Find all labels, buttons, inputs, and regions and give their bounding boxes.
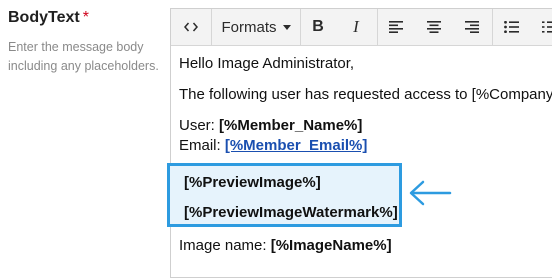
user-label: User: <box>179 117 219 134</box>
preview-image-placeholder[interactable]: [%PreviewImage%] <box>184 174 321 191</box>
align-center-button[interactable] <box>416 9 452 45</box>
preview-highlight-box: [%PreviewImage%] [%PreviewImageWatermark… <box>167 163 402 227</box>
bold-button[interactable]: B <box>301 9 335 45</box>
greeting-line[interactable]: Hello Image Administrator, <box>179 55 354 72</box>
image-name-line[interactable]: Image name: [%ImageName%] <box>179 237 392 254</box>
italic-button[interactable]: I <box>339 9 373 45</box>
intro-line[interactable]: The following user has requested access … <box>179 86 552 103</box>
align-left-icon <box>389 21 403 33</box>
numbered-list-icon <box>542 21 552 33</box>
formats-label: Formats <box>221 19 276 36</box>
align-center-icon <box>427 21 441 33</box>
preview-watermark-placeholder[interactable]: [%PreviewImageWatermark%] <box>184 204 398 221</box>
member-email-link[interactable]: [%Member_Email%] <box>225 137 368 154</box>
numbered-list-button[interactable] <box>531 9 552 45</box>
field-label-text: BodyText <box>8 9 80 26</box>
formats-dropdown[interactable]: Formats <box>212 9 300 45</box>
source-code-button[interactable] <box>171 9 211 45</box>
field-label: BodyText* <box>8 9 89 27</box>
email-label: Email: <box>179 137 225 154</box>
image-name-label: Image name: <box>179 237 271 254</box>
align-left-button[interactable] <box>378 9 414 45</box>
caret-down-icon <box>283 25 291 30</box>
align-right-icon <box>465 21 479 33</box>
user-line[interactable]: User: [%Member_Name%] <box>179 117 362 134</box>
email-line[interactable]: Email: [%Member_Email%] <box>179 137 367 154</box>
align-right-button[interactable] <box>454 9 490 45</box>
member-name-placeholder: [%Member_Name%] <box>219 117 362 134</box>
bullet-list-button[interactable] <box>493 9 529 45</box>
source-code-icon <box>184 21 198 33</box>
image-name-placeholder: [%ImageName%] <box>271 237 392 254</box>
bullet-list-icon <box>504 21 519 33</box>
field-help-text: Enter the message body including any pla… <box>8 38 168 76</box>
left-arrow-icon <box>408 180 452 211</box>
required-marker: * <box>83 9 89 26</box>
editor-toolbar: Formats B I <box>171 9 552 46</box>
